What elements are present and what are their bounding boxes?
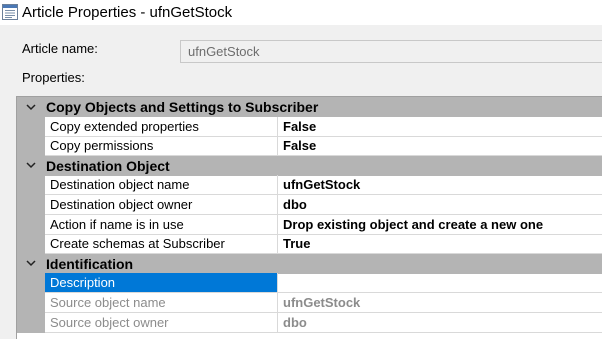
dialog-body: Article name: ufnGetStock Properties: Co… — [0, 25, 602, 339]
property-row-destination-object-owner[interactable]: Destination object owner dbo — [17, 195, 602, 215]
category-title: Identification — [46, 255, 134, 272]
row-gutter — [17, 234, 45, 255]
property-name[interactable]: Create schemas at Subscriber — [45, 234, 278, 255]
property-name[interactable]: Copy extended properties — [45, 116, 278, 137]
row-gutter — [17, 116, 45, 137]
property-row-destination-object-name[interactable]: Destination object name ufnGetStock — [17, 175, 602, 196]
property-value: ufnGetStock — [278, 293, 602, 313]
article-name-label: Article name: — [22, 41, 98, 56]
property-row-source-object-name[interactable]: Source object name ufnGetStock — [17, 293, 602, 313]
property-row-copy-permissions[interactable]: Copy permissions False — [17, 136, 602, 157]
property-name[interactable]: Description — [45, 273, 278, 294]
properties-label: Properties: — [22, 70, 85, 85]
property-value[interactable]: Drop existing object and create a new on… — [278, 215, 602, 235]
property-row-create-schemas-at-subscriber[interactable]: Create schemas at Subscriber True — [17, 234, 602, 255]
row-gutter — [17, 273, 45, 294]
property-name[interactable]: Destination object owner — [45, 195, 278, 215]
row-gutter — [17, 175, 45, 196]
property-value[interactable]: dbo — [278, 195, 602, 215]
property-row-description[interactable]: Description — [17, 273, 602, 294]
title-bar: Article Properties - ufnGetStock — [0, 0, 602, 24]
window-title: Article Properties - ufnGetStock — [22, 3, 233, 21]
row-gutter — [17, 312, 45, 333]
property-value[interactable] — [278, 273, 602, 294]
property-row-action-if-name-is-in-use[interactable]: Action if name is in use Drop existing ob… — [17, 214, 602, 235]
article-name-field: ufnGetStock — [180, 40, 602, 63]
collapse-chevron-icon[interactable] — [17, 254, 45, 274]
category-title: Copy Objects and Settings to Subscriber — [46, 99, 319, 115]
property-row-source-object-owner[interactable]: Source object owner dbo — [17, 312, 602, 333]
property-name[interactable]: Action if name is in use — [45, 214, 278, 235]
article-properties-window: Article Properties - ufnGetStock Article… — [0, 0, 602, 339]
row-gutter — [17, 293, 45, 313]
category-destination-object[interactable]: Destination Object — [17, 155, 602, 176]
properties-window-icon — [2, 4, 18, 20]
property-name[interactable]: Source object name — [45, 293, 278, 313]
property-name[interactable]: Source object owner — [45, 312, 278, 333]
category-copy-objects-and-settings-to-subscriber[interactable]: Copy Objects and Settings to Subscriber — [17, 97, 602, 117]
row-gutter — [17, 214, 45, 235]
category-title: Destination Object — [46, 157, 170, 174]
property-row-copy-extended-properties[interactable]: Copy extended properties False — [17, 116, 602, 137]
property-value[interactable]: ufnGetStock — [278, 175, 602, 196]
property-grid[interactable]: Copy Objects and Settings to Subscriber C… — [16, 96, 602, 339]
property-name[interactable]: Copy permissions — [45, 136, 278, 157]
property-value[interactable]: False — [278, 136, 602, 157]
category-identification[interactable]: Identification — [17, 253, 602, 274]
collapse-chevron-icon[interactable] — [17, 156, 45, 176]
property-name[interactable]: Destination object name — [45, 175, 278, 196]
property-value: dbo — [278, 313, 602, 333]
property-value[interactable]: False — [278, 117, 602, 137]
row-gutter — [17, 136, 45, 157]
collapse-chevron-icon[interactable] — [17, 97, 45, 117]
property-value[interactable]: True — [278, 234, 602, 255]
row-gutter — [17, 195, 45, 215]
